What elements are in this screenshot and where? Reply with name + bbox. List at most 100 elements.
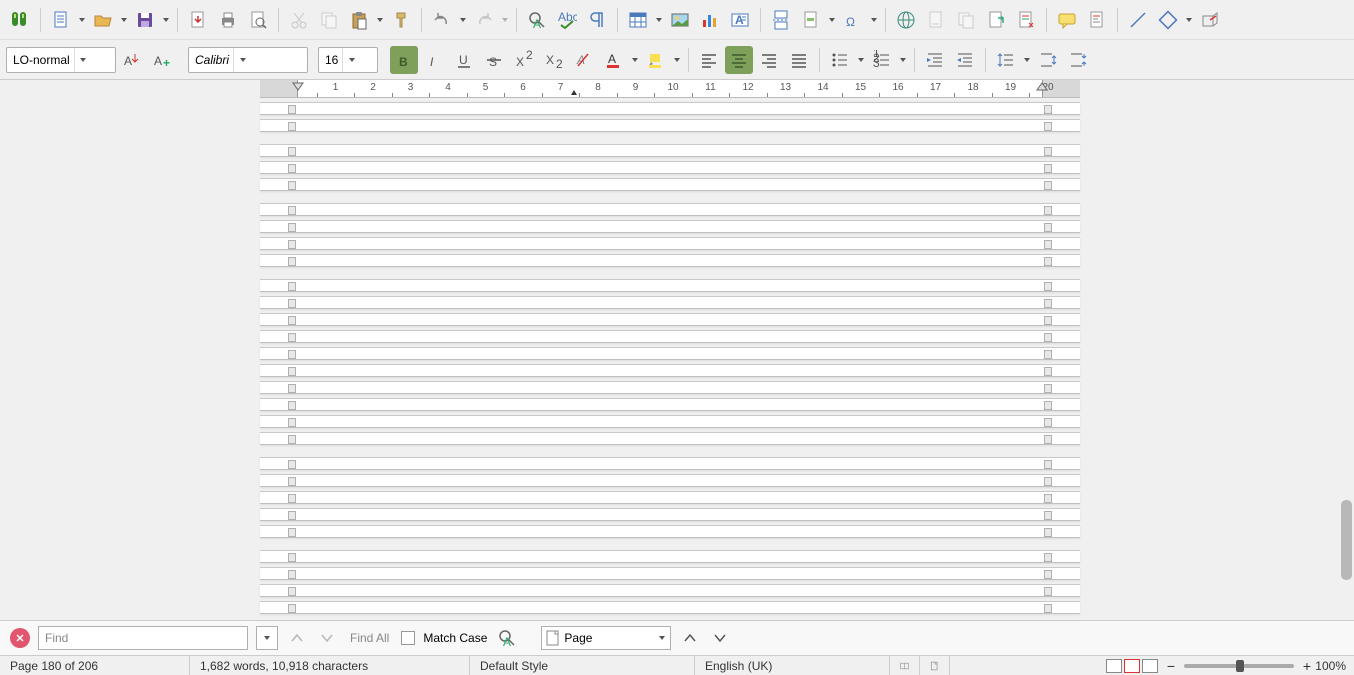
page-thumbnail[interactable]: [260, 144, 1080, 157]
numbered-list-button[interactable]: 123: [868, 46, 896, 74]
redo-icon[interactable]: [470, 6, 498, 34]
page-thumbnail[interactable]: [260, 330, 1080, 343]
single-page-view-button[interactable]: [1106, 659, 1122, 673]
multi-page-view-button[interactable]: [1124, 659, 1140, 673]
zoom-slider-thumb[interactable]: [1236, 660, 1244, 672]
find-replace-button[interactable]: A: [495, 626, 519, 650]
find-replace-icon[interactable]: [6, 6, 34, 34]
insert-field-icon[interactable]: [797, 6, 825, 34]
horizontal-ruler[interactable]: 1234567891011121314151617181920: [260, 80, 1080, 98]
page-thumbnail[interactable]: [260, 474, 1080, 487]
page-thumbnail[interactable]: [260, 254, 1080, 267]
spellcheck-icon[interactable]: Abc: [553, 6, 581, 34]
page-thumbnail[interactable]: [260, 220, 1080, 233]
find-history-dropdown[interactable]: [256, 626, 278, 650]
open-dropdown[interactable]: [119, 6, 129, 34]
page-thumbnail[interactable]: [260, 508, 1080, 521]
paste-icon[interactable]: [345, 6, 373, 34]
match-case-checkbox[interactable]: [401, 631, 415, 645]
page-thumbnail[interactable]: [260, 161, 1080, 174]
language-cell[interactable]: English (UK): [695, 656, 890, 675]
zoom-slider[interactable]: [1184, 664, 1294, 668]
close-findbar-button[interactable]: [10, 628, 30, 648]
justify-button[interactable]: [785, 46, 813, 74]
formatting-marks-icon[interactable]: [583, 6, 611, 34]
new-document-icon[interactable]: [47, 6, 75, 34]
undo-dropdown[interactable]: [458, 6, 468, 34]
line-icon[interactable]: [1124, 6, 1152, 34]
bold-button[interactable]: B: [390, 46, 418, 74]
page-thumbnail[interactable]: [260, 313, 1080, 326]
highlight-dropdown[interactable]: [672, 46, 682, 74]
clear-formatting-button[interactable]: A: [570, 46, 598, 74]
bullet-list-button[interactable]: [826, 46, 854, 74]
right-indent-marker[interactable]: [1036, 82, 1048, 92]
special-character-icon[interactable]: Ω: [839, 6, 867, 34]
insert-mode-cell[interactable]: [890, 656, 920, 675]
insert-textbox-icon[interactable]: A: [726, 6, 754, 34]
print-preview-icon[interactable]: [244, 6, 272, 34]
basic-shapes-icon[interactable]: [1154, 6, 1182, 34]
find-icon[interactable]: A: [523, 6, 551, 34]
cut-icon[interactable]: [285, 6, 313, 34]
numbered-list-dropdown[interactable]: [898, 46, 908, 74]
print-icon[interactable]: [214, 6, 242, 34]
insert-table-dropdown[interactable]: [654, 6, 664, 34]
page-thumbnail[interactable]: [260, 415, 1080, 428]
page-break-icon[interactable]: [767, 6, 795, 34]
paste-dropdown[interactable]: [375, 6, 385, 34]
page-style-cell[interactable]: Default Style: [470, 656, 695, 675]
draw-functions-icon[interactable]: [1196, 6, 1224, 34]
navigate-by-combo[interactable]: Page: [541, 626, 671, 650]
align-left-button[interactable]: [695, 46, 723, 74]
strikethrough-button[interactable]: S: [480, 46, 508, 74]
bullet-list-dropdown[interactable]: [856, 46, 866, 74]
superscript-button[interactable]: X2: [510, 46, 538, 74]
page-thumbnail[interactable]: [260, 178, 1080, 191]
page-thumbnail[interactable]: [260, 347, 1080, 360]
page-number-cell[interactable]: Page 180 of 206: [0, 656, 190, 675]
align-center-button[interactable]: [725, 46, 753, 74]
open-icon[interactable]: [89, 6, 117, 34]
line-spacing-dropdown[interactable]: [1022, 46, 1032, 74]
show-changes-icon[interactable]: [1083, 6, 1111, 34]
export-pdf-icon[interactable]: [184, 6, 212, 34]
line-spacing-button[interactable]: [992, 46, 1020, 74]
insert-table-icon[interactable]: [624, 6, 652, 34]
font-size-combo[interactable]: 16: [318, 47, 378, 73]
page-thumbnail[interactable]: [260, 584, 1080, 597]
page-thumbnail[interactable]: [260, 296, 1080, 309]
font-color-dropdown[interactable]: [630, 46, 640, 74]
page-thumbnail[interactable]: [260, 364, 1080, 377]
page-thumbnail[interactable]: [260, 102, 1080, 115]
page-thumbnail[interactable]: [260, 601, 1080, 614]
new-document-dropdown[interactable]: [77, 6, 87, 34]
scrollbar-thumb[interactable]: [1341, 500, 1352, 580]
italic-button[interactable]: I: [420, 46, 448, 74]
page-thumbnail[interactable]: [260, 491, 1080, 504]
selection-mode-cell[interactable]: [920, 656, 950, 675]
page-thumbnail[interactable]: [260, 567, 1080, 580]
page-thumbnail[interactable]: [260, 457, 1080, 470]
underline-button[interactable]: U: [450, 46, 478, 74]
undo-icon[interactable]: [428, 6, 456, 34]
find-next-button[interactable]: [316, 627, 338, 649]
zoom-percent[interactable]: 100%: [1314, 659, 1354, 673]
find-input[interactable]: Find: [38, 626, 248, 650]
zoom-in-button[interactable]: +: [1300, 658, 1314, 674]
decrease-spacing-button[interactable]: [1064, 46, 1092, 74]
page-thumbnail[interactable]: [260, 381, 1080, 394]
comment-icon[interactable]: [1053, 6, 1081, 34]
decrease-indent-button[interactable]: [951, 46, 979, 74]
find-previous-button[interactable]: [286, 627, 308, 649]
font-color-button[interactable]: A: [600, 46, 628, 74]
subscript-button[interactable]: X2: [540, 46, 568, 74]
special-character-dropdown[interactable]: [869, 6, 879, 34]
increase-spacing-button[interactable]: [1034, 46, 1062, 74]
page-thumbnail[interactable]: [260, 237, 1080, 250]
page-thumbnail[interactable]: [260, 432, 1080, 445]
page-thumbnail[interactable]: [260, 119, 1080, 132]
update-style-icon[interactable]: A: [118, 46, 146, 74]
page-thumbnail[interactable]: [260, 550, 1080, 563]
increase-indent-button[interactable]: [921, 46, 949, 74]
